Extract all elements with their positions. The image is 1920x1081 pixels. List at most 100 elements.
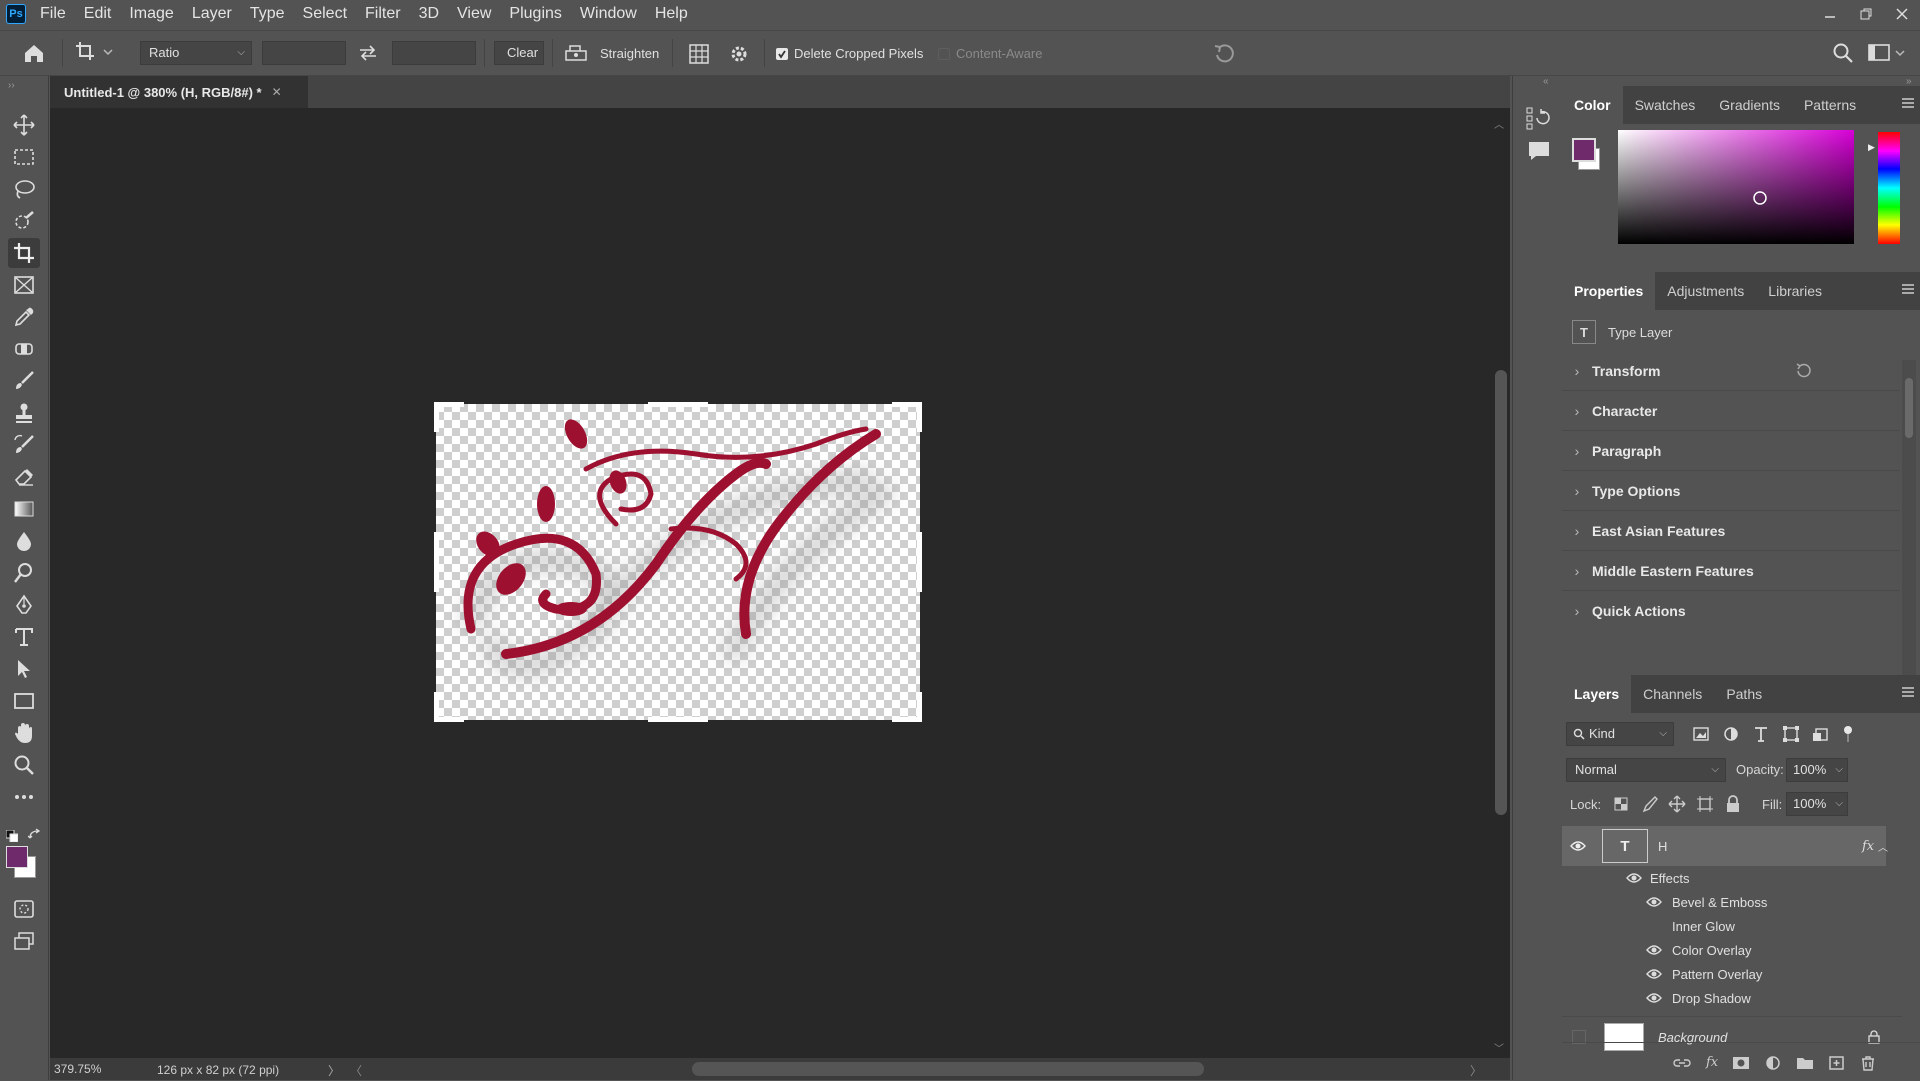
menu-filter[interactable]: Filter — [356, 0, 410, 28]
effect-pattern-overlay[interactable]: Pattern Overlay — [1562, 962, 1902, 986]
scroll-right-icon[interactable]: 〉 — [1470, 1062, 1482, 1079]
visibility-eye-icon[interactable] — [1642, 992, 1666, 1004]
visibility-eye-icon[interactable] — [1642, 944, 1666, 956]
history-brush-tool-icon[interactable] — [8, 430, 40, 460]
new-adjustment-layer-icon[interactable] — [1764, 1055, 1782, 1071]
brush-tool-icon[interactable] — [8, 366, 40, 396]
clear-button[interactable]: Clear — [494, 41, 544, 65]
tab-paths[interactable]: Paths — [1714, 675, 1774, 713]
delete-layer-icon[interactable] — [1860, 1055, 1876, 1071]
blend-mode-select[interactable]: Normal ⌵ — [1566, 758, 1726, 782]
lock-all-icon[interactable] — [1724, 795, 1742, 813]
foreground-color-swatch[interactable] — [6, 846, 28, 868]
menu-help[interactable]: Help — [646, 0, 697, 28]
delete-cropped-pixels-checkbox[interactable]: Delete Cropped Pixels — [776, 46, 923, 61]
straighten-button[interactable]: Straighten — [564, 43, 659, 63]
section-east-asian-features[interactable]: › East Asian Features — [1562, 511, 1900, 551]
restore-button[interactable] — [1848, 0, 1884, 28]
section-type-options[interactable]: › Type Options — [1562, 471, 1900, 511]
lock-position-icon[interactable] — [1668, 795, 1686, 813]
link-layers-icon[interactable] — [1672, 1055, 1692, 1071]
screen-mode-icon[interactable] — [8, 926, 40, 956]
tab-libraries[interactable]: Libraries — [1756, 272, 1834, 310]
tab-properties[interactable]: Properties — [1562, 272, 1656, 310]
close-tab-icon[interactable]: ✕ — [272, 85, 282, 99]
crop-handle-top[interactable] — [648, 402, 708, 407]
scroll-left-icon[interactable]: 〈 — [350, 1062, 362, 1079]
comments-panel-icon[interactable] — [1527, 140, 1551, 162]
crop-handle-left[interactable] — [434, 532, 439, 592]
marquee-tool-icon[interactable] — [8, 142, 40, 172]
image-canvas[interactable] — [434, 402, 922, 722]
tab-channels[interactable]: Channels — [1631, 675, 1714, 713]
effects-row[interactable]: Effects — [1562, 866, 1902, 890]
horizontal-scroll-thumb[interactable] — [692, 1062, 1204, 1076]
fx-indicator[interactable]: fx — [1862, 839, 1874, 854]
collapse-effects-icon[interactable]: ︿ — [1878, 839, 1888, 854]
vertical-scroll-thumb[interactable] — [1495, 370, 1507, 815]
swap-icon[interactable] — [356, 43, 380, 63]
quick-mask-icon[interactable] — [8, 894, 40, 924]
tab-gradients[interactable]: Gradients — [1707, 86, 1792, 124]
menu-view[interactable]: View — [448, 0, 500, 28]
visibility-eye-icon[interactable] — [1622, 872, 1646, 884]
eyedropper-tool-icon[interactable] — [8, 302, 40, 332]
clone-stamp-tool-icon[interactable] — [8, 398, 40, 428]
path-selection-tool-icon[interactable] — [8, 654, 40, 684]
document-tab[interactable]: Untitled-1 @ 380% (H, RGB/8#) * ✕ — [50, 76, 308, 108]
panel-menu-icon[interactable] — [1902, 284, 1914, 294]
minimize-button[interactable] — [1812, 0, 1848, 28]
ratio-select[interactable]: Ratio ⌵ — [140, 41, 252, 65]
menu-image[interactable]: Image — [120, 0, 182, 28]
effect-bevel-emboss[interactable]: Bevel & Emboss — [1562, 890, 1902, 914]
gear-icon[interactable] — [728, 43, 750, 65]
blur-tool-icon[interactable] — [8, 526, 40, 556]
effect-inner-glow[interactable]: Inner Glow — [1562, 914, 1902, 938]
ratio-width-input[interactable] — [262, 41, 346, 65]
filter-toggle-icon[interactable] — [1842, 725, 1854, 743]
add-mask-icon[interactable] — [1732, 1055, 1750, 1071]
section-quick-actions[interactable]: › Quick Actions — [1562, 591, 1900, 630]
section-paragraph[interactable]: › Paragraph — [1562, 431, 1900, 471]
lock-transparent-pixels-icon[interactable] — [1612, 795, 1630, 813]
add-layer-style-icon[interactable]: fx — [1706, 1055, 1718, 1071]
section-transform[interactable]: › Transform — [1562, 351, 1900, 391]
lock-artboard-icon[interactable] — [1696, 795, 1714, 813]
new-group-icon[interactable] — [1796, 1055, 1814, 1071]
new-layer-icon[interactable] — [1828, 1055, 1846, 1071]
menu-file[interactable]: File — [26, 0, 75, 28]
visibility-eye-icon[interactable] — [1566, 840, 1590, 852]
history-panel-icon[interactable] — [1525, 104, 1551, 132]
crop-handle-top-left-vertical[interactable] — [434, 402, 439, 432]
close-window-button[interactable] — [1884, 0, 1920, 28]
tab-color[interactable]: Color — [1562, 86, 1623, 124]
tab-layers[interactable]: Layers — [1562, 675, 1632, 713]
crop-handle-bottom-right-vertical[interactable] — [917, 692, 922, 722]
collapse-panels-icon[interactable]: « — [1543, 76, 1549, 87]
eraser-tool-icon[interactable] — [8, 462, 40, 492]
tab-patterns[interactable]: Patterns — [1792, 86, 1868, 124]
menu-layer[interactable]: Layer — [183, 0, 241, 28]
dodge-tool-icon[interactable] — [8, 558, 40, 588]
layer-name[interactable]: H — [1658, 839, 1667, 854]
layer-filter-kind-select[interactable]: Kind ⌵ — [1566, 722, 1674, 746]
panel-menu-icon[interactable] — [1902, 687, 1914, 697]
tab-adjustments[interactable]: Adjustments — [1655, 272, 1756, 310]
visibility-eye-icon[interactable] — [1642, 968, 1666, 980]
grid-overlay-icon[interactable] — [688, 43, 710, 65]
quick-selection-tool-icon[interactable] — [8, 206, 40, 236]
filter-adjustment-layer-icon[interactable] — [1722, 725, 1740, 743]
fill-input[interactable]: 100% ⌵ — [1786, 792, 1848, 816]
zoom-tool-icon[interactable] — [8, 750, 40, 780]
filter-shape-layer-icon[interactable] — [1782, 725, 1800, 743]
search-icon[interactable] — [1832, 42, 1854, 64]
crop-handle-right[interactable] — [917, 532, 922, 592]
color-field[interactable] — [1618, 130, 1854, 244]
frame-tool-icon[interactable] — [8, 270, 40, 300]
section-middle-eastern-features[interactable]: › Middle Eastern Features — [1562, 551, 1900, 591]
reset-transform-icon[interactable] — [1794, 361, 1812, 379]
menu-select[interactable]: Select — [294, 0, 356, 28]
opacity-input[interactable]: 100% ⌵ — [1786, 758, 1848, 782]
type-tool-icon[interactable] — [8, 622, 40, 652]
status-menu-chevron-icon[interactable]: 〉 — [328, 1062, 340, 1079]
